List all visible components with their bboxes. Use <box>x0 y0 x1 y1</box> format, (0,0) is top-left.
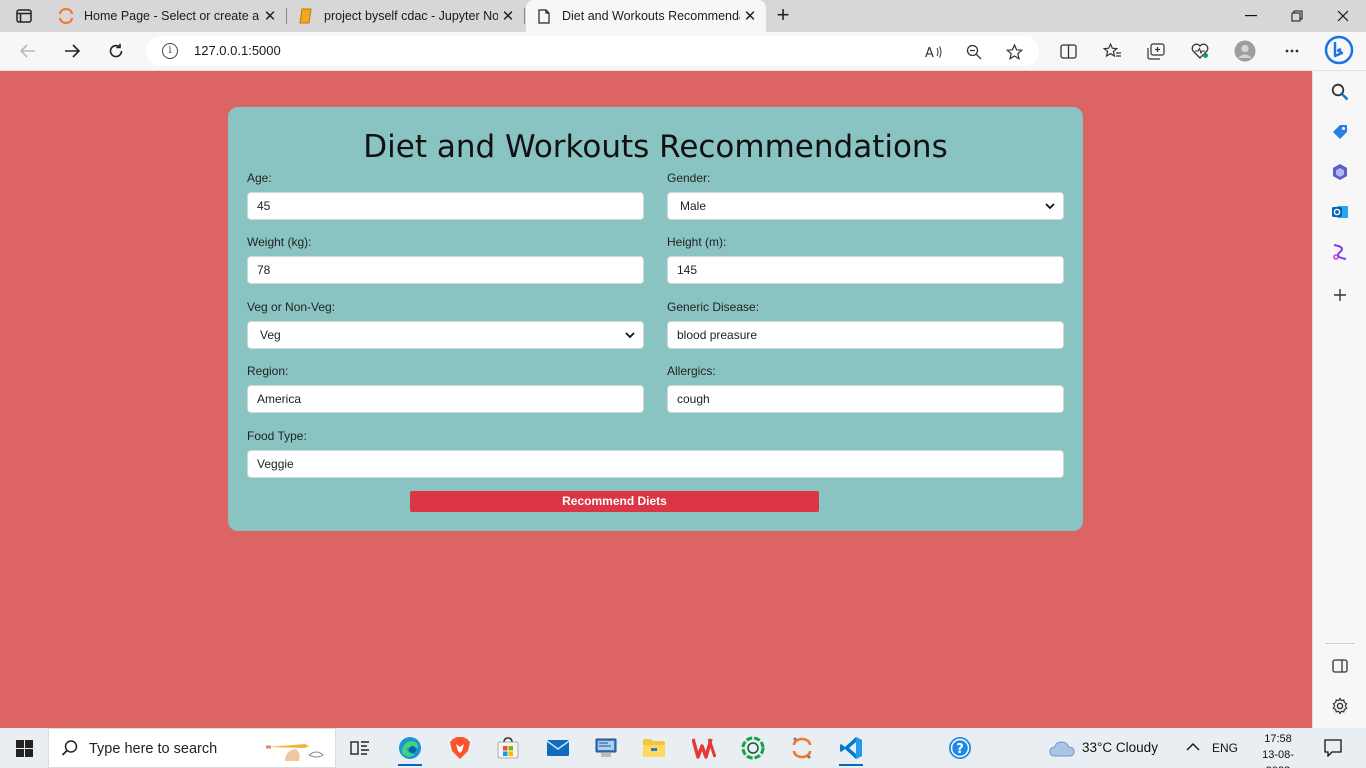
tab-actions-icon[interactable] <box>12 6 36 26</box>
refresh-icon[interactable] <box>102 38 130 64</box>
vscode-icon[interactable] <box>831 732 871 766</box>
back-arrow-icon[interactable] <box>14 38 42 64</box>
settings-gear-icon[interactable] <box>1329 695 1351 717</box>
minimize-icon[interactable] <box>1228 0 1274 32</box>
food-type-label: Food Type: <box>247 429 307 443</box>
clock-time: 17:58 <box>1264 733 1292 745</box>
add-icon[interactable] <box>1329 284 1351 306</box>
jupyter-app-icon[interactable] <box>782 732 822 764</box>
task-view-icon[interactable] <box>340 732 380 764</box>
address-bar[interactable]: i 127.0.0.1:5000 A <box>146 36 1039 66</box>
svg-text:A: A <box>925 46 934 59</box>
recommend-diets-button[interactable]: Recommend Diets <box>410 491 819 512</box>
tab-diet-recommendations[interactable]: Diet and Workouts Recommenda ✕ <box>526 0 766 32</box>
read-aloud-icon[interactable]: A <box>924 42 944 62</box>
allergics-label: Allergics: <box>667 364 716 378</box>
system-clock[interactable]: 17:58 13-08-2023 <box>1250 731 1306 768</box>
hide-sidebar-icon[interactable] <box>1329 655 1351 677</box>
designer-icon[interactable] <box>1329 241 1351 263</box>
tab-title: project byself cdac - Jupyter Not <box>324 9 498 23</box>
help-icon[interactable]: ? <box>940 732 980 764</box>
close-tab-icon[interactable]: ✕ <box>740 7 760 25</box>
gender-select[interactable]: Male <box>667 192 1064 220</box>
weather-text[interactable]: 33°C Cloudy <box>1082 740 1158 755</box>
wps-office-icon[interactable] <box>684 732 724 764</box>
restore-icon[interactable] <box>1274 0 1320 32</box>
close-tab-icon[interactable]: ✕ <box>260 7 280 25</box>
chevron-down-icon <box>625 322 635 349</box>
profile-avatar[interactable] <box>1234 40 1256 62</box>
recommendation-form-card: Diet and Workouts Recommendations Age: 4… <box>228 107 1083 531</box>
edge-sidebar <box>1312 71 1366 728</box>
tab-title: Diet and Workouts Recommenda <box>562 9 740 23</box>
brave-browser-icon[interactable] <box>440 732 480 764</box>
windows-start-icon[interactable] <box>0 728 48 768</box>
veg-select[interactable]: Veg <box>247 321 644 349</box>
weight-input[interactable]: 78 <box>247 256 644 284</box>
forward-arrow-icon[interactable] <box>58 38 86 64</box>
microsoft-store-icon[interactable] <box>488 732 528 764</box>
new-tab-button[interactable]: + <box>770 4 796 28</box>
outlook-icon[interactable] <box>1329 201 1351 223</box>
language-indicator[interactable]: ENG <box>1212 741 1238 755</box>
search-placeholder: Type here to search <box>89 741 218 757</box>
site-info-icon[interactable]: i <box>162 43 178 59</box>
age-input[interactable]: 45 <box>247 192 644 220</box>
shopping-tag-icon[interactable] <box>1329 121 1351 143</box>
browser-toolbar: i 127.0.0.1:5000 A <box>0 32 1366 71</box>
taskbar-search-box[interactable]: Type here to search <box>48 728 336 768</box>
show-hidden-icons-chevron-icon[interactable] <box>1186 738 1200 754</box>
disease-label: Generic Disease: <box>667 300 760 314</box>
sidebar-divider <box>1325 643 1355 644</box>
cloudy-weather-icon[interactable] <box>1046 732 1078 764</box>
veg-label: Veg or Non-Veg: <box>247 300 336 314</box>
file-explorer-icon[interactable] <box>634 732 674 764</box>
notifications-icon[interactable] <box>1318 732 1348 764</box>
search-icon <box>61 739 79 762</box>
collections-icon[interactable] <box>1145 40 1167 62</box>
search-highlight-pencil-icon <box>265 737 329 763</box>
browser-essentials-icon[interactable] <box>1189 40 1211 62</box>
favorites-icon[interactable] <box>1101 40 1123 62</box>
zoom-out-icon[interactable] <box>964 42 984 62</box>
food-type-input[interactable]: Veggie <box>247 450 1064 478</box>
edge-browser-icon[interactable] <box>390 732 430 766</box>
disease-input[interactable]: blood preasure <box>667 321 1064 349</box>
more-options-icon[interactable] <box>1281 40 1303 62</box>
tab-jupyter-notebook[interactable]: project byself cdac - Jupyter Not ✕ <box>288 0 525 32</box>
veg-selected-value: Veg <box>260 328 281 342</box>
height-label: Height (m): <box>667 235 727 249</box>
gender-selected-value: Male <box>680 199 707 213</box>
search-icon[interactable] <box>1329 81 1351 103</box>
tab-title: Home Page - Select or create a n <box>84 9 260 23</box>
close-window-icon[interactable] <box>1320 0 1366 32</box>
bing-copilot-icon[interactable] <box>1324 34 1354 66</box>
jupyter-icon <box>58 8 74 24</box>
chevron-down-icon <box>1045 193 1055 220</box>
url-text[interactable]: 127.0.0.1:5000 <box>194 43 281 58</box>
gender-label: Gender: <box>667 171 711 185</box>
tools-icon[interactable] <box>1329 161 1351 183</box>
svg-text:?: ? <box>956 742 964 757</box>
windows-taskbar: Type here to search ? 33°C Cloudy ENG 17… <box>0 728 1366 768</box>
favorite-star-icon[interactable] <box>1004 42 1024 62</box>
age-label: Age: <box>247 171 272 185</box>
notebook-icon <box>298 8 314 24</box>
weight-label: Weight (kg): <box>247 235 312 249</box>
mail-icon[interactable] <box>538 732 578 764</box>
height-input[interactable]: 145 <box>667 256 1064 284</box>
network-computer-icon[interactable] <box>586 732 626 764</box>
region-label: Region: <box>247 364 289 378</box>
page-icon <box>536 8 552 24</box>
split-screen-icon[interactable] <box>1057 40 1079 62</box>
clock-date: 13-08-2023 <box>1262 749 1294 768</box>
tab-home-page[interactable]: Home Page - Select or create a n ✕ <box>48 0 287 32</box>
region-input[interactable]: America <box>247 385 644 413</box>
tab-strip: Home Page - Select or create a n ✕ proje… <box>0 0 1366 32</box>
close-tab-icon[interactable]: ✕ <box>498 7 518 25</box>
page-title: Diet and Workouts Recommendations <box>363 129 948 165</box>
refresh-circle-app-icon[interactable] <box>733 732 773 764</box>
allergics-input[interactable]: cough <box>667 385 1064 413</box>
